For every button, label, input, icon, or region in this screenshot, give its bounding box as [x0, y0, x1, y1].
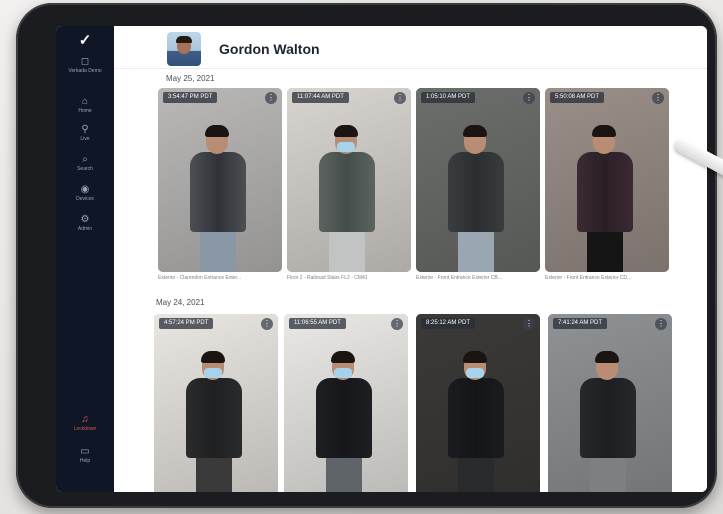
date-heading: May 24, 2021 — [156, 298, 205, 307]
more-options-icon[interactable]: ⋮ — [523, 318, 535, 330]
sidebar-item-label: Live — [80, 136, 90, 142]
sighting-card[interactable]: 8:25:12 AM PDT ⋮ — [416, 314, 540, 492]
search-icon: ⌕ — [82, 154, 88, 165]
sidebar-item-verkada-demo[interactable]: ◻ Verkada Demo — [56, 56, 114, 75]
logo[interactable]: ✓ — [76, 33, 94, 48]
sighting-card[interactable]: 11:06:55 AM PDT ⋮ — [284, 314, 408, 492]
timestamp-badge: 11:07:44 AM PDT — [292, 92, 349, 103]
sidebar-item-label: Help — [79, 458, 91, 464]
live-icon: ⚲ — [81, 124, 89, 135]
home-icon: ⌂ — [81, 96, 89, 107]
person-torso — [316, 378, 372, 458]
person-hair — [463, 125, 487, 137]
camera-caption[interactable]: Exterior - Clarendon Entrance Exter... — [158, 275, 282, 281]
sidebar-item-help[interactable]: ▭ Help — [56, 446, 114, 465]
person-figure — [578, 351, 638, 492]
face-mask — [466, 368, 484, 378]
person-hair — [595, 351, 619, 363]
more-options-icon[interactable]: ⋮ — [391, 318, 403, 330]
sighting-card[interactable]: 5:50:08 AM PDT ⋮ — [545, 88, 669, 272]
help-icon: ▭ — [80, 446, 90, 457]
person-figure — [317, 125, 377, 272]
person-torso — [448, 378, 504, 458]
person-torso — [319, 152, 375, 232]
person-legs — [196, 456, 232, 492]
sidebar-item-label: Verkada Demo — [68, 68, 102, 74]
timestamp-badge: 4:57:24 PM PDT — [159, 318, 214, 329]
sighting-card[interactable]: 1:05:10 AM PDT ⋮ — [416, 88, 540, 272]
sidebar-item-lockdown[interactable]: ♫ Lockdown — [56, 414, 114, 433]
person-hair — [334, 125, 358, 137]
person-torso — [580, 378, 636, 458]
timestamp-badge: 11:06:55 AM PDT — [289, 318, 346, 329]
admin-icon: ⚙ — [80, 214, 90, 225]
avatar-hair — [176, 36, 192, 43]
person-legs — [329, 230, 365, 272]
app-screen: ✓ ◻ Verkada Demo ⌂ Home ⚲ Live ⌕ Search ◉ Devices… — [56, 26, 707, 492]
person-legs — [587, 230, 623, 272]
person-figure — [446, 125, 506, 272]
timestamp-badge: 1:05:10 AM PDT — [421, 92, 476, 103]
face-mask — [334, 368, 352, 378]
person-hair — [205, 125, 229, 137]
timestamp-badge: 3:54:47 PM PDT — [163, 92, 218, 103]
camera-caption[interactable]: Floor 2 - Railroad Stairs FL2 - CM41 — [287, 275, 411, 281]
person-hair — [331, 351, 355, 363]
camera-caption[interactable]: Exterior - Front Entrance Exterior CD... — [545, 275, 669, 281]
timestamp-badge: 8:25:12 AM PDT — [421, 318, 476, 329]
person-figure — [446, 351, 506, 492]
avatar[interactable] — [167, 32, 201, 66]
person-legs — [458, 230, 494, 272]
more-options-icon[interactable]: ⋮ — [523, 92, 535, 104]
more-options-icon[interactable]: ⋮ — [655, 318, 667, 330]
person-torso — [186, 378, 242, 458]
person-hair — [592, 125, 616, 137]
devices-icon: ◉ — [80, 184, 90, 195]
sidebar-item-label: Search — [77, 166, 93, 172]
timestamp-badge: 5:50:08 AM PDT — [550, 92, 605, 103]
person-legs — [590, 456, 626, 492]
main-content: Gordon Walton May 25, 2021 3:54:47 PM PDT… — [114, 26, 707, 492]
sidebar-item-label: Home — [78, 108, 92, 114]
date-heading: May 25, 2021 — [166, 74, 215, 83]
sidebar-item-home[interactable]: ⌂ Home — [56, 96, 114, 115]
person-torso — [190, 152, 246, 232]
sidebar-item-devices[interactable]: ◉ Devices — [56, 184, 114, 203]
person-header: Gordon Walton — [114, 26, 707, 69]
person-figure — [184, 351, 244, 492]
person-name: Gordon Walton — [219, 41, 320, 57]
more-options-icon[interactable]: ⋮ — [265, 92, 277, 104]
person-legs — [326, 456, 362, 492]
face-mask — [337, 142, 355, 152]
person-hair — [201, 351, 225, 363]
person-legs — [458, 456, 494, 492]
person-figure — [575, 125, 635, 272]
lockdown-icon: ♫ — [81, 414, 89, 425]
timestamp-badge: 7:41:24 AM PDT — [553, 318, 608, 329]
camera-caption[interactable]: Exterior - Front Entrance Exterior CB... — [416, 275, 540, 281]
sidebar-item-live[interactable]: ⚲ Live — [56, 124, 114, 143]
person-figure — [314, 351, 374, 492]
sighting-card[interactable]: 3:54:47 PM PDT ⋮ — [158, 88, 282, 272]
sidebar-item-admin[interactable]: ⚙ Admin — [56, 214, 114, 233]
sighting-card[interactable]: 11:07:44 AM PDT ⋮ — [287, 88, 411, 272]
more-options-icon[interactable]: ⋮ — [652, 92, 664, 104]
sidebar-item-search[interactable]: ⌕ Search — [56, 154, 114, 173]
person-legs — [200, 230, 236, 272]
person-torso — [577, 152, 633, 232]
more-options-icon[interactable]: ⋮ — [261, 318, 273, 330]
sidebar-item-label: Devices — [76, 196, 94, 202]
org-icon: ◻ — [80, 56, 90, 67]
sidebar-item-label: Lockdown — [73, 426, 97, 432]
sidebar: ✓ ◻ Verkada Demo ⌂ Home ⚲ Live ⌕ Search ◉ Devices… — [56, 26, 114, 492]
more-options-icon[interactable]: ⋮ — [394, 92, 406, 104]
sighting-card[interactable]: 4:57:24 PM PDT ⋮ — [154, 314, 278, 492]
sidebar-item-label: Admin — [77, 226, 93, 232]
sighting-card[interactable]: 7:41:24 AM PDT ⋮ — [548, 314, 672, 492]
face-mask — [204, 368, 222, 378]
person-torso — [448, 152, 504, 232]
person-hair — [463, 351, 487, 363]
person-figure — [188, 125, 248, 272]
